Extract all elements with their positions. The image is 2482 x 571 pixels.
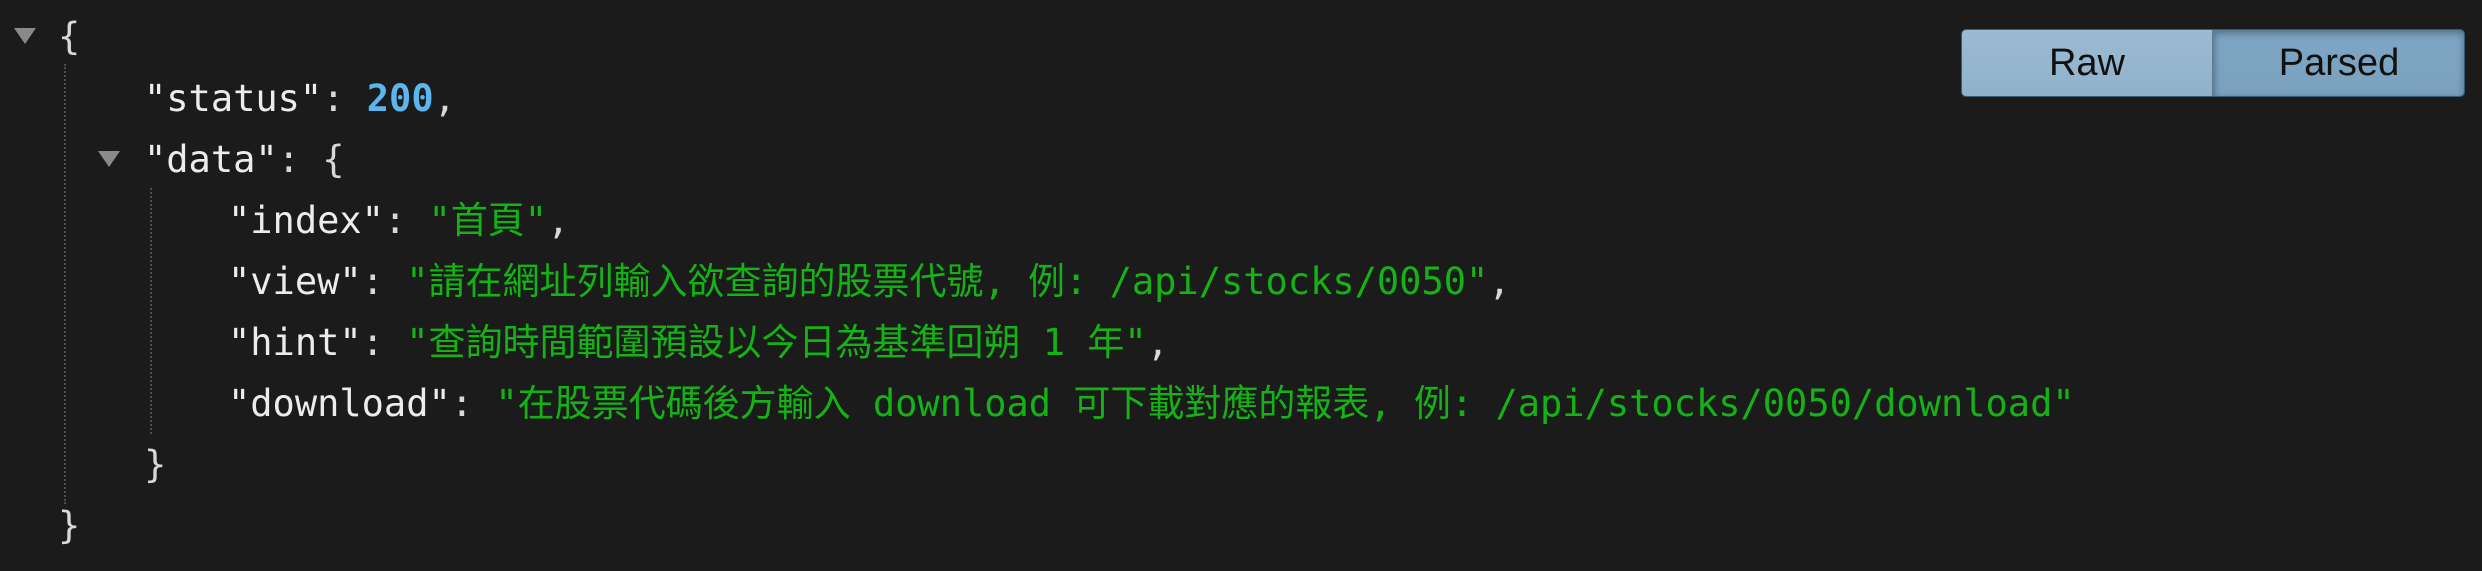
root-close-brace: } xyxy=(58,504,81,547)
data-close-brace: } xyxy=(144,443,167,486)
json-viewer: { "status": 200, "data": { "index": "首頁"… xyxy=(0,0,2482,571)
data-open-brace: { xyxy=(322,138,345,181)
entry-value: "在股票代碼後方輸入 download 可下載對應的報表, 例: /api/st… xyxy=(495,382,2075,425)
entry-download: "download": "在股票代碼後方輸入 download 可下載對應的報表… xyxy=(228,382,2075,425)
entry-value: "請在網址列輸入欲查詢的股票代號, 例: /api/stocks/0050" xyxy=(406,260,1489,303)
view-mode-toggle: Raw Parsed xyxy=(1962,30,2464,96)
entry-key: "index" xyxy=(228,199,384,242)
status-line: "status": 200, xyxy=(144,77,456,120)
entry-hint: "hint": "查詢時間範圍預設以今日為基準回朔 1 年", xyxy=(228,321,1169,364)
data-key: "data" xyxy=(144,138,278,181)
root-open-brace: { xyxy=(58,15,81,58)
parsed-button[interactable]: Parsed xyxy=(2214,30,2464,96)
entry-key: "download" xyxy=(228,382,451,425)
raw-button[interactable]: Raw xyxy=(1962,30,2214,96)
entry-value: "首頁" xyxy=(428,199,548,242)
collapse-data-toggle-icon[interactable] xyxy=(98,151,120,167)
data-indent-guide xyxy=(150,188,152,434)
entry-key: "view" xyxy=(228,260,362,303)
collapse-root-toggle-icon[interactable] xyxy=(14,28,36,44)
status-value: 200 xyxy=(366,77,434,120)
entry-key: "hint" xyxy=(228,321,362,364)
status-key: "status" xyxy=(144,77,323,120)
entry-value: "查詢時間範圍預設以今日為基準回朔 1 年" xyxy=(406,321,1147,364)
data-line: "data": { xyxy=(144,138,345,181)
entry-index: "index": "首頁", xyxy=(228,199,570,242)
root-indent-guide xyxy=(64,64,66,504)
entry-view: "view": "請在網址列輸入欲查詢的股票代號, 例: /api/stocks… xyxy=(228,260,1511,303)
